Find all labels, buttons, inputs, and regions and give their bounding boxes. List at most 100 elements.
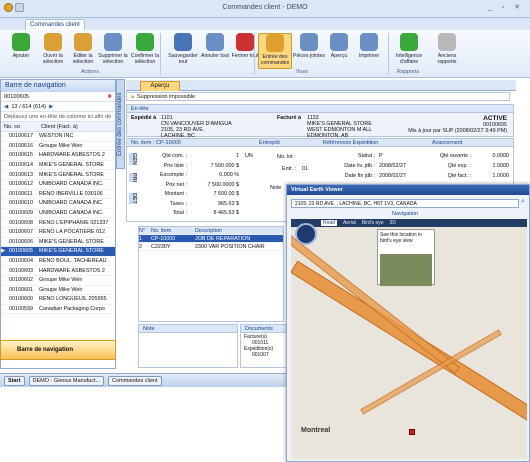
ribbon-button-5[interactable]: Sauvegarder tout <box>166 33 200 65</box>
order-no: 00100604 <box>9 258 33 265</box>
list-item[interactable]: 00100604 RENO BOUL. TACHEREAU <box>1 257 115 267</box>
order-no: 00100609 <box>9 210 33 217</box>
ribbon-label-2: Éditer la sélection <box>72 53 94 65</box>
entrepot-label: Entrepôt <box>259 140 280 146</box>
ribbon-label-5: Sauvegarder tout <box>168 53 198 65</box>
map-tab[interactable]: Road <box>321 220 337 226</box>
list-item[interactable]: 00100606 MIKE'S GENERAL STORE <box>1 238 115 248</box>
taskbar: Start DEMO - Genius Manufact... Commande… <box>0 373 290 387</box>
tree-node[interactable]: 001007 <box>244 352 286 358</box>
list-item[interactable]: 00100614 MIKE'S GENERAL STORE <box>1 161 115 171</box>
list-item[interactable]: 00100609 UNIBOARD CANADA INC. <box>1 209 115 219</box>
list-item[interactable]: 00100600 RENO LONGUEUIL 205955 <box>1 295 115 305</box>
birdseye-thumbnail <box>380 254 432 286</box>
list-item[interactable]: 00100611 RENO IBERVILLE 030106 <box>1 190 115 200</box>
field-value: 7 500.00 $ <box>213 191 239 197</box>
map-tab[interactable]: 3D <box>390 220 396 226</box>
list-item[interactable]: 00100602 Groupe Mike Weir <box>1 276 115 286</box>
clear-icon[interactable]: ✖ <box>107 94 112 100</box>
tab-det[interactable]: DÉT <box>129 193 137 204</box>
ribbon-button-9[interactable]: Pièces jointes <box>292 33 326 59</box>
location-pin-icon[interactable] <box>409 429 415 435</box>
ribbon-button-12[interactable]: Intelligence d'affaire <box>392 33 426 65</box>
order-no: 00100614 <box>9 162 33 169</box>
entr-value: 01 <box>302 166 308 172</box>
taskbar-item-demo[interactable]: DEMO - Genius Manufact... <box>28 375 105 386</box>
start-button[interactable]: Start <box>4 375 25 386</box>
ribbon-icon-8 <box>266 34 284 52</box>
col-item[interactable]: No. item <box>151 228 195 234</box>
search-icon[interactable]: ⌕ <box>521 198 525 206</box>
col-n[interactable]: N° <box>139 228 151 234</box>
next-icon[interactable]: ▶ <box>49 104 53 110</box>
ribbon-button-6[interactable]: Annuler tout <box>198 33 232 59</box>
map-tab[interactable]: Aerial <box>343 220 356 226</box>
list-item[interactable]: 00100615 HARDWARE ASBESTOS 2 <box>1 151 115 161</box>
header-section: En-tête Expédié à 1101 CN VANCOUVER D'AMI… <box>126 104 514 139</box>
map-tab[interactable]: Bird's eye <box>362 220 384 226</box>
ribbon-button-8[interactable]: Entrée des commandes <box>258 33 292 69</box>
ribbon-label-4: Confirmer la sélection <box>130 53 160 65</box>
nav-pager[interactable]: ◀ 13 / 614 (614) ▶ <box>1 102 115 112</box>
birdseye-callout[interactable]: See this location in bird's eye view <box>377 229 435 286</box>
tab-apercu[interactable]: Aperçu <box>140 81 180 91</box>
list-item[interactable]: 00100617 WESTON INC <box>1 132 115 142</box>
col-no[interactable]: No. co <box>4 124 38 130</box>
client-name: HARDWARE ASBESTOS 2 <box>39 267 105 274</box>
no-lot-label: No. lot : <box>277 154 296 160</box>
ribbon-button-2[interactable]: Éditer la sélection <box>66 33 100 65</box>
address-field[interactable]: 2105, 23 RD AVE. , LACHINE, BC, H8T 1V3,… <box>291 199 519 208</box>
ribbon-button-7[interactable]: Fermer tout <box>228 33 262 59</box>
ribbon-label-9: Pièces jointes <box>292 53 325 59</box>
window-controls[interactable]: _ ▫ ✕ <box>488 3 524 11</box>
list-item[interactable]: 00100610 UNIBOARD CANADA INC. <box>1 199 115 209</box>
list-item[interactable]: ▶ 00100605 MIKE'S GENERAL STORE <box>1 247 115 257</box>
tab-pri[interactable]: PRI <box>129 173 137 182</box>
ribbon-icon-12 <box>400 33 418 51</box>
list-item[interactable]: 00100608 RENO L'EPIPHANIE 021337 <box>1 218 115 228</box>
ref-value: 2008/02/27 <box>379 173 406 179</box>
order-list: 00100617 WESTON INC 00100616 Groupe Mike We… <box>1 132 115 315</box>
list-item[interactable]: 00100613 MIKE'S GENERAL STORE <box>1 170 115 180</box>
tab-commandes-client[interactable]: Commandes client <box>25 19 85 30</box>
line-no: 2 <box>139 243 142 250</box>
ribbon-icon-7 <box>236 33 254 51</box>
group-hint: Déplacez une en-tête de colonne ici afin… <box>1 112 115 122</box>
list-item[interactable]: 00100603 HARDWARE ASBESTOS 2 <box>1 266 115 276</box>
ribbon-button-1[interactable]: Ouvrir la sélection <box>36 33 70 65</box>
table-row[interactable]: 1 CP-10000 JOB DE REPARATION <box>139 235 283 243</box>
detail-header: No. item : CP-10000 Entrepôt Références … <box>127 139 513 147</box>
prev-icon[interactable]: ◀ <box>4 104 8 110</box>
list-item[interactable]: 00100616 Groupe Mike Weir <box>1 142 115 152</box>
client-name: UNIBOARD CANADA INC. <box>39 181 104 188</box>
vertical-tab-entree[interactable]: Entrée des commandes <box>116 79 125 169</box>
map-view[interactable]: Road Aerial Bird's eye 3D See this location… <box>291 219 527 459</box>
ribbon-label-11: Imprimer <box>358 53 380 59</box>
col-desc[interactable]: Description <box>195 228 222 234</box>
taskbar-item-commandes[interactable]: Commandes client <box>108 375 162 386</box>
line-desc: 2300 VAR POSITION CHAIR <box>195 243 265 250</box>
field-label: Prix liste : <box>163 162 187 169</box>
nav-search-row[interactable]: 00100605 ✖ <box>1 92 115 102</box>
list-item[interactable]: 00100601 Groupe Mike Weir <box>1 286 115 296</box>
list-item[interactable]: 00100612 UNIBOARD CANADA INC. <box>1 180 115 190</box>
ribbon-button-4[interactable]: Confirmer la sélection <box>128 33 162 65</box>
ribbon-button-3[interactable]: Supprimer la sélection <box>96 33 130 65</box>
nav-bottom-button[interactable]: Barre de navigation <box>0 340 116 360</box>
ribbon-button-0[interactable]: Ajouter <box>4 33 38 59</box>
list-item[interactable]: 00100607 RENO LA POCATIERE 012 <box>1 228 115 238</box>
search-value[interactable]: 00100605 <box>4 94 104 100</box>
note-box[interactable]: Note <box>138 324 238 368</box>
ribbon-button-10[interactable]: Aperçu <box>322 33 356 59</box>
ribbon-button-11[interactable]: Imprimer <box>352 33 386 59</box>
tab-gen[interactable]: GÉN <box>129 153 137 165</box>
table-row[interactable]: 2 C2230Y 2300 VAR POSITION CHAIR <box>139 243 283 251</box>
nav-column-header[interactable]: No. co Client (Fact. à) <box>1 122 115 132</box>
document-tabs: Aperçu <box>126 80 516 91</box>
ribbon-button-13[interactable]: Anciens rapports <box>430 33 464 65</box>
list-item[interactable]: 00100599 Canadian Packaging Corpo <box>1 305 115 315</box>
col-client[interactable]: Client (Fact. à) <box>41 124 78 130</box>
compass-icon[interactable] <box>295 223 317 245</box>
order-no: 00100611 <box>9 190 33 197</box>
order-no: 00100612 <box>9 181 33 188</box>
